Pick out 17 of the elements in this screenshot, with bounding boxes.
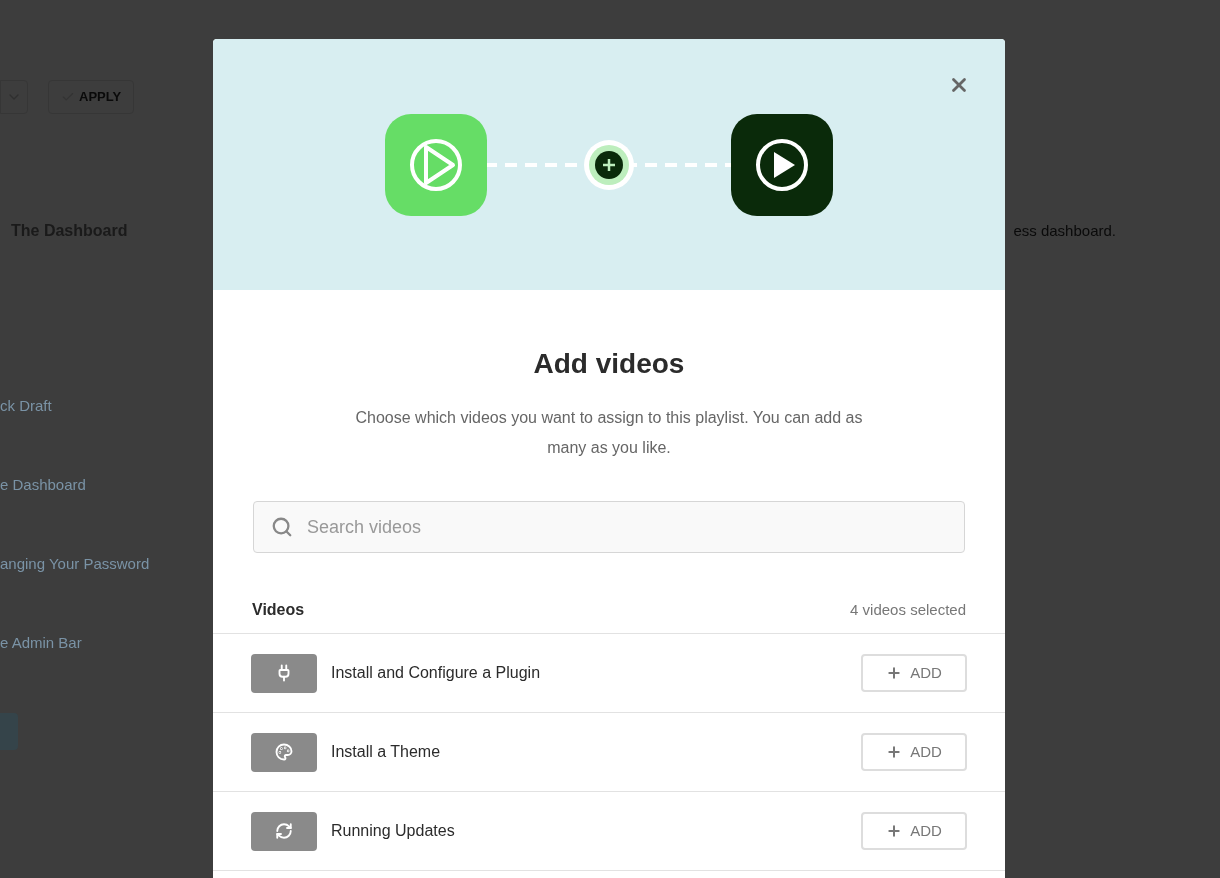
video-title: Install and Configure a Plugin [331,663,542,683]
selected-count: 4 videos selected [850,599,966,620]
add-button[interactable]: ADD [861,733,967,771]
search-field[interactable]: Search videos [253,501,965,553]
video-row[interactable]: Install and Configure a Plugin ADD [213,634,1005,713]
video-title: Running Updates [331,821,456,841]
search-icon [271,516,293,538]
refresh-icon [275,822,293,840]
palette-icon [275,743,293,761]
modal-description: Choose which videos you want to assign to this playlist. You can add as many as you like. [354,408,864,458]
modal-title: Add videos [533,347,685,381]
video-row[interactable]: Running Updates ADD [213,792,1005,871]
video-row[interactable]: Install a Theme ADD [213,713,1005,792]
add-button[interactable]: ADD [861,654,967,692]
list-label: Videos [252,600,305,620]
add-button[interactable]: ADD [861,812,967,850]
video-title: Install a Theme [331,742,442,762]
